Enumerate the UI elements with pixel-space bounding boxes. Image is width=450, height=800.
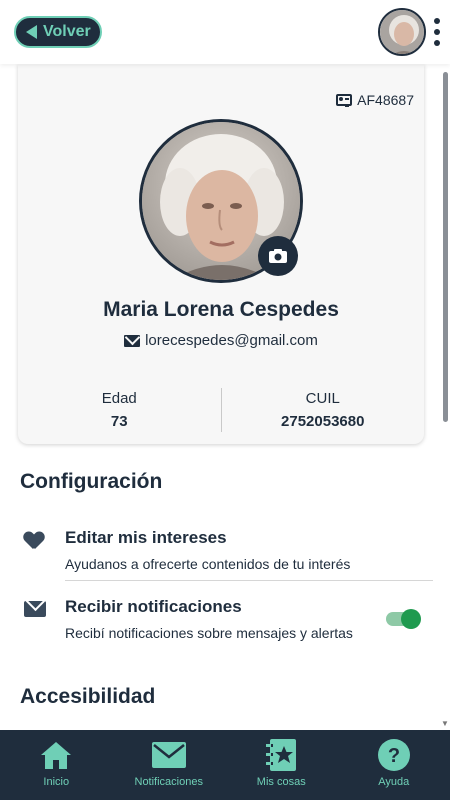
nav-item-ayuda[interactable]: ? Ayuda [338, 730, 450, 800]
back-arrow-icon [26, 25, 37, 39]
envelope-icon [24, 601, 46, 617]
notifications-item[interactable]: Recibir notificaciones Recibí notificaci… [20, 595, 434, 655]
nav-label: Notificaciones [134, 776, 203, 788]
config-title: Configuración [20, 470, 163, 493]
svg-text:?: ? [388, 745, 400, 767]
nav-label: Ayuda [378, 776, 410, 788]
id-badge: AF48687 [336, 92, 414, 108]
avatar[interactable] [378, 8, 426, 56]
back-button[interactable]: Volver [14, 16, 102, 48]
help-icon: ? [377, 738, 411, 772]
heart-icon [24, 532, 44, 552]
bottom-nav: Inicio Notificaciones Mis cosas ? Ayuda [0, 730, 450, 800]
item-subtitle: Ayudanos a ofrecerte contenidos de tu in… [65, 556, 351, 572]
stat-age: Edad 73 [18, 382, 221, 434]
more-options-icon[interactable] [432, 18, 442, 46]
nav-label: Mis cosas [256, 776, 306, 788]
scrollbar[interactable] [443, 72, 448, 422]
scroll-down-icon[interactable]: ▼ [441, 719, 449, 728]
stat-label: Edad [101, 390, 137, 407]
nav-item-notificaciones[interactable]: Notificaciones [113, 730, 226, 800]
edit-interests-item[interactable]: Editar mis intereses Ayudanos a ofrecert… [20, 526, 434, 586]
star-notebook-icon [264, 738, 298, 772]
profile-card: AF48687 Maria Lorena Cespedes lorecesped… [18, 64, 424, 444]
toggle-knob [401, 609, 421, 629]
id-code: AF48687 [357, 92, 414, 108]
item-subtitle: Recibí notificaciones sobre mensajes y a… [65, 625, 353, 641]
avatar-photo [380, 10, 424, 54]
stat-value: 73 [110, 413, 128, 430]
profile-stats: Edad 73 CUIL 2752053680 [18, 382, 424, 434]
nav-item-inicio[interactable]: Inicio [0, 730, 113, 800]
back-button-label: Volver [43, 23, 91, 40]
camera-icon [269, 249, 287, 263]
top-bar: Volver [0, 0, 450, 64]
home-icon [39, 738, 73, 772]
stat-label: CUIL [305, 390, 340, 407]
item-title: Editar mis intereses [65, 528, 227, 547]
notifications-toggle[interactable] [386, 609, 421, 629]
change-photo-button[interactable] [258, 236, 298, 276]
id-card-icon [336, 94, 353, 107]
email-text: lorecespedes@gmail.com [145, 332, 318, 349]
profile-email: lorecespedes@gmail.com [18, 332, 424, 349]
email-icon [124, 334, 141, 347]
item-title: Recibir notificaciones [65, 597, 242, 616]
mail-icon [151, 738, 186, 772]
accessibility-title: Accesibilidad [20, 685, 156, 708]
nav-item-mis-cosas[interactable]: Mis cosas [225, 730, 338, 800]
divider [65, 580, 433, 581]
profile-scroll[interactable]: AF48687 Maria Lorena Cespedes lorecesped… [0, 64, 450, 730]
profile-name: Maria Lorena Cespedes [103, 298, 339, 321]
stat-value: 2752053680 [281, 413, 365, 430]
nav-label: Inicio [43, 776, 70, 788]
stat-cuil: CUIL 2752053680 [222, 382, 425, 434]
